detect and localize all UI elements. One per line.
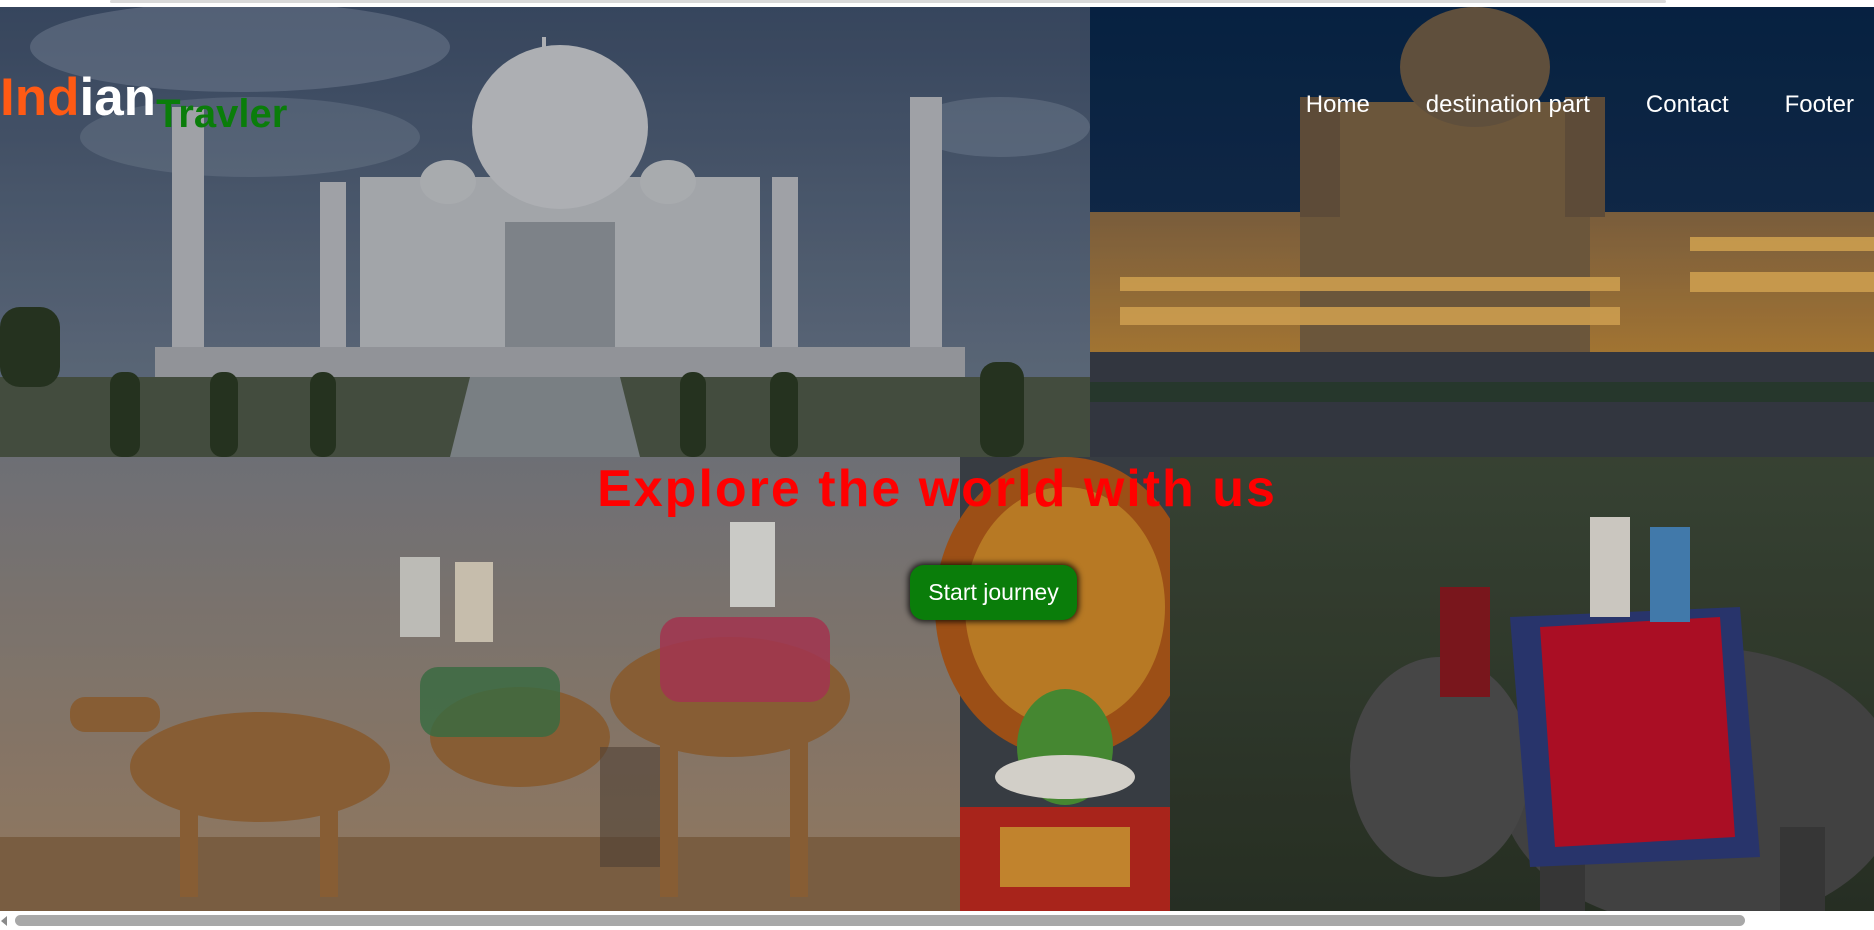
nav-home[interactable]: Home xyxy=(1306,91,1370,119)
top-divider xyxy=(110,0,1666,3)
nav-contact[interactable]: Contact xyxy=(1646,91,1729,119)
top-strip xyxy=(0,0,1874,7)
hero-headline: Explore the world with us xyxy=(597,460,1277,518)
start-journey-button[interactable]: Start journey xyxy=(910,565,1077,620)
logo-part-ian: ian xyxy=(79,68,157,127)
logo-part-ind: Ind xyxy=(0,68,80,127)
logo-part-travler: Travler xyxy=(156,92,288,136)
hero-section: IndianTravler Home destination part Cont… xyxy=(0,7,1874,911)
main-nav: Home destination part Contact Footer xyxy=(1306,91,1854,119)
nav-destination[interactable]: destination part xyxy=(1426,91,1590,119)
site-logo[interactable]: IndianTravler xyxy=(0,67,287,136)
horizontal-scrollbar[interactable] xyxy=(0,911,1874,930)
scroll-left-arrow-icon[interactable] xyxy=(1,916,7,926)
nav-footer[interactable]: Footer xyxy=(1785,91,1854,119)
scrollbar-thumb[interactable] xyxy=(15,915,1745,926)
